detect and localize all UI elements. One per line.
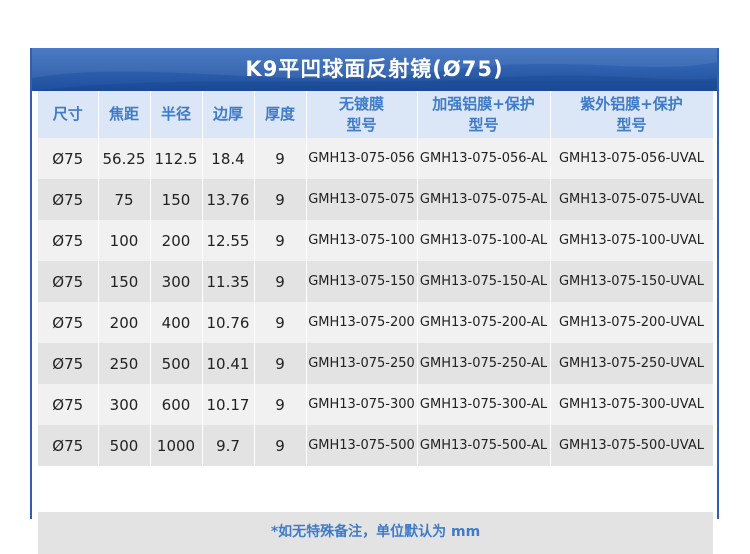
cell-edge-thickness: 10.17 bbox=[202, 384, 255, 425]
cell-uv-al-model: GMH13-075-250-UVAL bbox=[550, 343, 714, 384]
header-line: 无镀膜 bbox=[338, 94, 384, 113]
table-row: Ø75 250 500 10.41 9 GMH13-075-250 GMH13-075-25… bbox=[38, 343, 714, 384]
header-line: 型号 bbox=[468, 115, 499, 134]
cell-edge-thickness: 18.4 bbox=[202, 138, 255, 179]
cell-uncoated-model: GMH13-075-056 bbox=[306, 138, 418, 179]
spec-table: 尺寸 焦距 半径 边厚 厚度 无镀膜 型号 加强铝膜+保护 型号 紫外铝膜+保护 型号 Ø75 56.… bbox=[38, 91, 714, 466]
cell-enhanced-al-model: GMH13-075-250-AL bbox=[417, 343, 551, 384]
cell-enhanced-al-model: GMH13-075-056-AL bbox=[417, 138, 551, 179]
cell-radius: 112.5 bbox=[150, 138, 203, 179]
header-line: 型号 bbox=[616, 115, 647, 134]
cell-size: Ø75 bbox=[38, 425, 99, 466]
cell-edge-thickness: 13.76 bbox=[202, 179, 255, 220]
table-row: Ø75 150 300 11.35 9 GMH13-075-150 GMH13-075-15… bbox=[38, 261, 714, 302]
cell-size: Ø75 bbox=[38, 261, 99, 302]
page-title: K9平凹球面反射镜(Ø75) bbox=[245, 57, 504, 81]
cell-size: Ø75 bbox=[38, 384, 99, 425]
cell-focal-length: 500 bbox=[98, 425, 151, 466]
table-body: Ø75 56.25 112.5 18.4 9 GMH13-075-056 GMH13-075… bbox=[38, 138, 714, 466]
cell-enhanced-al-model: GMH13-075-200-AL bbox=[417, 302, 551, 343]
header-uncoated-model: 无镀膜 型号 bbox=[306, 91, 418, 138]
cell-uv-al-model: GMH13-075-500-UVAL bbox=[550, 425, 714, 466]
cell-edge-thickness: 11.35 bbox=[202, 261, 255, 302]
cell-uncoated-model: GMH13-075-250 bbox=[306, 343, 418, 384]
cell-edge-thickness: 12.55 bbox=[202, 220, 255, 261]
cell-focal-length: 300 bbox=[98, 384, 151, 425]
cell-size: Ø75 bbox=[38, 138, 99, 179]
cell-uv-al-model: GMH13-075-200-UVAL bbox=[550, 302, 714, 343]
cell-focal-length: 200 bbox=[98, 302, 151, 343]
header-line: 加强铝膜+保护 bbox=[432, 94, 535, 113]
cell-thickness: 9 bbox=[254, 384, 307, 425]
cell-radius: 150 bbox=[150, 179, 203, 220]
cell-radius: 400 bbox=[150, 302, 203, 343]
cell-uv-al-model: GMH13-075-300-UVAL bbox=[550, 384, 714, 425]
cell-uncoated-model: GMH13-075-300 bbox=[306, 384, 418, 425]
cell-focal-length: 250 bbox=[98, 343, 151, 384]
cell-thickness: 9 bbox=[254, 343, 307, 384]
cell-thickness: 9 bbox=[254, 425, 307, 466]
cell-enhanced-al-model: GMH13-075-100-AL bbox=[417, 220, 551, 261]
cell-edge-thickness: 9.7 bbox=[202, 425, 255, 466]
cell-radius: 500 bbox=[150, 343, 203, 384]
cell-uv-al-model: GMH13-075-100-UVAL bbox=[550, 220, 714, 261]
header-line: 厚度 bbox=[264, 105, 295, 123]
header-line: 焦距 bbox=[108, 105, 139, 123]
header-line: 型号 bbox=[346, 115, 377, 134]
table-row: Ø75 200 400 10.76 9 GMH13-075-200 GMH13-075-20… bbox=[38, 302, 714, 343]
header-edge-thickness: 边厚 bbox=[202, 91, 255, 138]
cell-enhanced-al-model: GMH13-075-500-AL bbox=[417, 425, 551, 466]
cell-thickness: 9 bbox=[254, 138, 307, 179]
cell-uncoated-model: GMH13-075-500 bbox=[306, 425, 418, 466]
cell-enhanced-al-model: GMH13-075-300-AL bbox=[417, 384, 551, 425]
cell-uv-al-model: GMH13-075-075-UVAL bbox=[550, 179, 714, 220]
cell-size: Ø75 bbox=[38, 343, 99, 384]
cell-size: Ø75 bbox=[38, 220, 99, 261]
cell-focal-length: 150 bbox=[98, 261, 151, 302]
table-header-row: 尺寸 焦距 半径 边厚 厚度 无镀膜 型号 加强铝膜+保护 型号 紫外铝膜+保护 型号 bbox=[38, 91, 714, 138]
cell-edge-thickness: 10.76 bbox=[202, 302, 255, 343]
table-row: Ø75 56.25 112.5 18.4 9 GMH13-075-056 GMH13-075… bbox=[38, 138, 714, 179]
cell-uncoated-model: GMH13-075-200 bbox=[306, 302, 418, 343]
cell-edge-thickness: 10.41 bbox=[202, 343, 255, 384]
header-thickness: 厚度 bbox=[254, 91, 307, 138]
spec-table-container: 尺寸 焦距 半径 边厚 厚度 无镀膜 型号 加强铝膜+保护 型号 紫外铝膜+保护 型号 Ø75 56.… bbox=[38, 91, 714, 466]
cell-uncoated-model: GMH13-075-100 bbox=[306, 220, 418, 261]
table-row: Ø75 500 1000 9.7 9 GMH13-075-500 GMH13-075-500… bbox=[38, 425, 714, 466]
cell-uv-al-model: GMH13-075-150-UVAL bbox=[550, 261, 714, 302]
header-radius: 半径 bbox=[150, 91, 203, 138]
cell-thickness: 9 bbox=[254, 179, 307, 220]
unit-footnote: *如无特殊备注，单位默认为 mm bbox=[38, 512, 713, 554]
cell-size: Ø75 bbox=[38, 302, 99, 343]
cell-radius: 1000 bbox=[150, 425, 203, 466]
table-row: Ø75 75 150 13.76 9 GMH13-075-075 GMH13-075-075… bbox=[38, 179, 714, 220]
cell-focal-length: 75 bbox=[98, 179, 151, 220]
cell-focal-length: 56.25 bbox=[98, 138, 151, 179]
header-line: 尺寸 bbox=[52, 105, 83, 123]
cell-uv-al-model: GMH13-075-056-UVAL bbox=[550, 138, 714, 179]
cell-thickness: 9 bbox=[254, 261, 307, 302]
header-line: 半径 bbox=[160, 105, 191, 123]
cell-enhanced-al-model: GMH13-075-150-AL bbox=[417, 261, 551, 302]
header-line: 边厚 bbox=[212, 105, 243, 123]
header-size: 尺寸 bbox=[38, 91, 99, 138]
header-enhanced-al-model: 加强铝膜+保护 型号 bbox=[417, 91, 551, 138]
cell-size: Ø75 bbox=[38, 179, 99, 220]
product-spec-panel: K9平凹球面反射镜(Ø75) 尺寸 焦距 半径 边厚 厚度 无镀膜 型号 加强铝膜+保护 型号紫… bbox=[30, 48, 719, 554]
cell-radius: 200 bbox=[150, 220, 203, 261]
cell-enhanced-al-model: GMH13-075-075-AL bbox=[417, 179, 551, 220]
title-bar: K9平凹球面反射镜(Ø75) bbox=[32, 48, 717, 91]
cell-thickness: 9 bbox=[254, 302, 307, 343]
table-row: Ø75 300 600 10.17 9 GMH13-075-300 GMH13-075-30… bbox=[38, 384, 714, 425]
cell-radius: 600 bbox=[150, 384, 203, 425]
cell-uncoated-model: GMH13-075-075 bbox=[306, 179, 418, 220]
header-uv-al-model: 紫外铝膜+保护 型号 bbox=[550, 91, 714, 138]
header-line: 紫外铝膜+保护 bbox=[580, 94, 683, 113]
header-focal-length: 焦距 bbox=[98, 91, 151, 138]
cell-radius: 300 bbox=[150, 261, 203, 302]
cell-uncoated-model: GMH13-075-150 bbox=[306, 261, 418, 302]
table-row: Ø75 100 200 12.55 9 GMH13-075-100 GMH13-075-10… bbox=[38, 220, 714, 261]
cell-focal-length: 100 bbox=[98, 220, 151, 261]
cell-thickness: 9 bbox=[254, 220, 307, 261]
